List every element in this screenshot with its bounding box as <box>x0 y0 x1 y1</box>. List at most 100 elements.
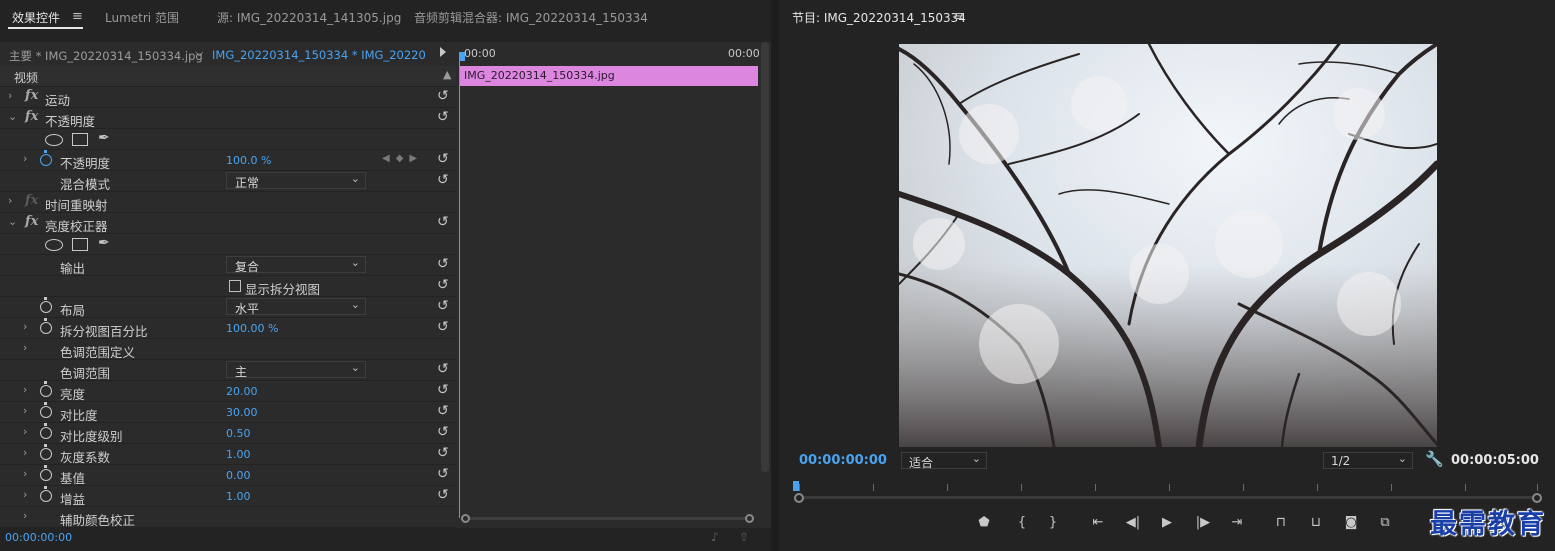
playhead-handle[interactable] <box>459 52 465 61</box>
program-monitor-title[interactable]: 节目: IMG_20220314_150334 <box>792 9 966 26</box>
reset-icon[interactable]: ↺ <box>437 361 449 377</box>
playhead-timecode[interactable]: 00:00:00:00 <box>799 453 887 468</box>
play-icon[interactable]: ▶ <box>1156 515 1178 530</box>
tab-lumetri-scopes[interactable]: Lumetri 范围 <box>105 9 179 26</box>
chevron-down-icon[interactable]: ⌄ <box>8 215 17 228</box>
effect-time-remap[interactable]: › fx 时间重映射 <box>0 192 456 213</box>
keyframe-navigator-icon[interactable]: ◀◆▶ <box>382 153 423 164</box>
output-select[interactable]: 复合 ⌄ <box>226 256 366 274</box>
stopwatch-icon[interactable] <box>40 318 52 334</box>
timeline-clip[interactable]: IMG_20220314_150334.jpg <box>459 66 758 86</box>
reset-icon[interactable]: ↺ <box>437 487 449 503</box>
fx-icon[interactable]: fx <box>25 109 38 124</box>
chevron-right-icon[interactable]: › <box>23 383 27 396</box>
mark-out-icon[interactable]: } <box>1042 515 1064 530</box>
add-marker-icon[interactable]: ⬟ <box>973 515 995 530</box>
extract-icon[interactable]: ⊔ <box>1305 515 1327 530</box>
reset-icon[interactable]: ↺ <box>437 151 449 167</box>
comparison-view-icon[interactable]: ⧉ <box>1374 515 1396 530</box>
chevron-right-icon[interactable]: › <box>23 152 27 165</box>
playhead-handle[interactable] <box>793 481 799 491</box>
export-frame-icon[interactable]: ◙ <box>1340 515 1362 530</box>
chevron-right-icon[interactable]: › <box>23 509 27 522</box>
reset-icon[interactable]: ↺ <box>437 109 449 125</box>
scrollbar-end-handle[interactable] <box>745 514 754 523</box>
chevron-down-icon[interactable]: ⌄ <box>8 110 17 123</box>
reset-icon[interactable]: ↺ <box>437 424 449 440</box>
tonal-range-select[interactable]: 主 ⌄ <box>226 361 366 379</box>
go-to-out-icon[interactable]: ⇥ <box>1226 515 1248 530</box>
rectangle-mask-icon[interactable] <box>72 133 88 146</box>
program-viewer-image[interactable] <box>899 44 1437 447</box>
reset-icon[interactable]: ↺ <box>437 466 449 482</box>
stopwatch-icon[interactable] <box>40 150 52 166</box>
stopwatch-icon[interactable] <box>40 423 52 439</box>
chevron-right-icon[interactable]: › <box>23 341 27 354</box>
stopwatch-icon[interactable] <box>40 486 52 502</box>
chevron-right-icon[interactable]: › <box>23 404 27 417</box>
pen-mask-icon[interactable]: ✒ <box>98 130 110 146</box>
ellipse-mask-icon[interactable] <box>45 134 63 146</box>
fit-select[interactable]: 适合 ⌄ <box>901 452 987 470</box>
panel-menu-icon[interactable]: ≡ <box>953 9 964 24</box>
step-forward-icon[interactable]: |▶ <box>1192 515 1214 530</box>
effect-brightness-corrector[interactable]: ⌄ fx 亮度校正器 ↺ <box>0 213 456 234</box>
timeline-ruler[interactable]: 00:00 00:00 <box>458 42 760 66</box>
tab-source[interactable]: 源: IMG_20220314_141305.jpg <box>217 9 401 26</box>
blend-mode-select[interactable]: 正常 ⌄ <box>226 172 366 190</box>
property-value[interactable]: 0.00 <box>226 469 251 482</box>
current-timecode[interactable]: 00:00:00:00 <box>5 531 72 544</box>
chevron-right-icon[interactable]: › <box>23 467 27 480</box>
property-value[interactable]: 100.0 % <box>226 154 271 167</box>
reset-icon[interactable]: ↺ <box>437 88 449 104</box>
chevron-right-icon[interactable]: › <box>23 488 27 501</box>
ellipse-mask-icon[interactable] <box>45 239 63 251</box>
split-view-checkbox[interactable] <box>229 280 241 292</box>
timeline-zoom-scrollbar[interactable] <box>458 512 758 524</box>
stopwatch-icon[interactable] <box>40 465 52 481</box>
panel-menu-icon[interactable]: ≡ <box>72 9 83 24</box>
step-back-icon[interactable]: ◀| <box>1122 515 1144 530</box>
chevron-right-icon[interactable]: › <box>8 194 12 207</box>
property-value[interactable]: 1.00 <box>226 448 251 461</box>
reset-icon[interactable]: ↺ <box>437 172 449 188</box>
wrench-icon[interactable]: 🔧 <box>1425 450 1444 468</box>
playback-resolution-select[interactable]: 1/2 ⌄ <box>1323 452 1413 469</box>
collapse-up-icon[interactable]: ▲ <box>443 68 451 81</box>
reset-icon[interactable]: ↺ <box>437 298 449 314</box>
property-value[interactable]: 100.00 % <box>226 322 278 335</box>
sequence-clip-label[interactable]: IMG_20220314_150334 * IMG_20220314... <box>212 48 426 62</box>
reset-icon[interactable]: ↺ <box>437 214 449 230</box>
chevron-down-icon[interactable]: ⌵ <box>195 46 203 60</box>
lift-icon[interactable]: ⊓ <box>1270 515 1292 530</box>
effect-motion[interactable]: › fx 运动 ↺ <box>0 87 456 108</box>
vertical-scrollbar[interactable] <box>761 42 769 472</box>
property-value[interactable]: 20.00 <box>226 385 258 398</box>
reset-icon[interactable]: ↺ <box>437 403 449 419</box>
scrollbar-start-handle[interactable] <box>461 514 470 523</box>
fx-icon[interactable]: fx <box>25 88 38 103</box>
effect-opacity[interactable]: ⌄ fx 不透明度 ↺ <box>0 108 456 129</box>
export-icon[interactable]: ⇪ <box>739 530 749 544</box>
stopwatch-icon[interactable] <box>40 402 52 418</box>
audio-only-icon[interactable]: ♪ <box>711 530 719 544</box>
reset-icon[interactable]: ↺ <box>437 256 449 272</box>
tab-audio-clip-mixer[interactable]: 音频剪辑混合器: IMG_20220314_150334 <box>414 9 648 26</box>
stopwatch-icon[interactable] <box>40 444 52 460</box>
rectangle-mask-icon[interactable] <box>72 238 88 251</box>
chevron-right-icon[interactable]: › <box>23 446 27 459</box>
mark-in-icon[interactable]: { <box>1011 515 1033 530</box>
property-value[interactable]: 30.00 <box>226 406 258 419</box>
layout-select[interactable]: 水平 ⌄ <box>226 298 366 316</box>
reset-icon[interactable]: ↺ <box>437 445 449 461</box>
property-value[interactable]: 0.50 <box>226 427 251 440</box>
fx-icon[interactable]: fx <box>25 214 38 229</box>
chevron-right-icon[interactable]: › <box>23 425 27 438</box>
pen-mask-icon[interactable]: ✒ <box>98 235 110 251</box>
tab-effect-controls[interactable]: 效果控件 <box>12 9 60 26</box>
stopwatch-icon[interactable] <box>40 297 52 313</box>
reset-icon[interactable]: ↺ <box>437 382 449 398</box>
master-clip-label[interactable]: 主要 * IMG_20220314_150334.jpg <box>9 48 203 64</box>
play-triangle-icon[interactable] <box>440 47 446 57</box>
stopwatch-icon[interactable] <box>40 381 52 397</box>
